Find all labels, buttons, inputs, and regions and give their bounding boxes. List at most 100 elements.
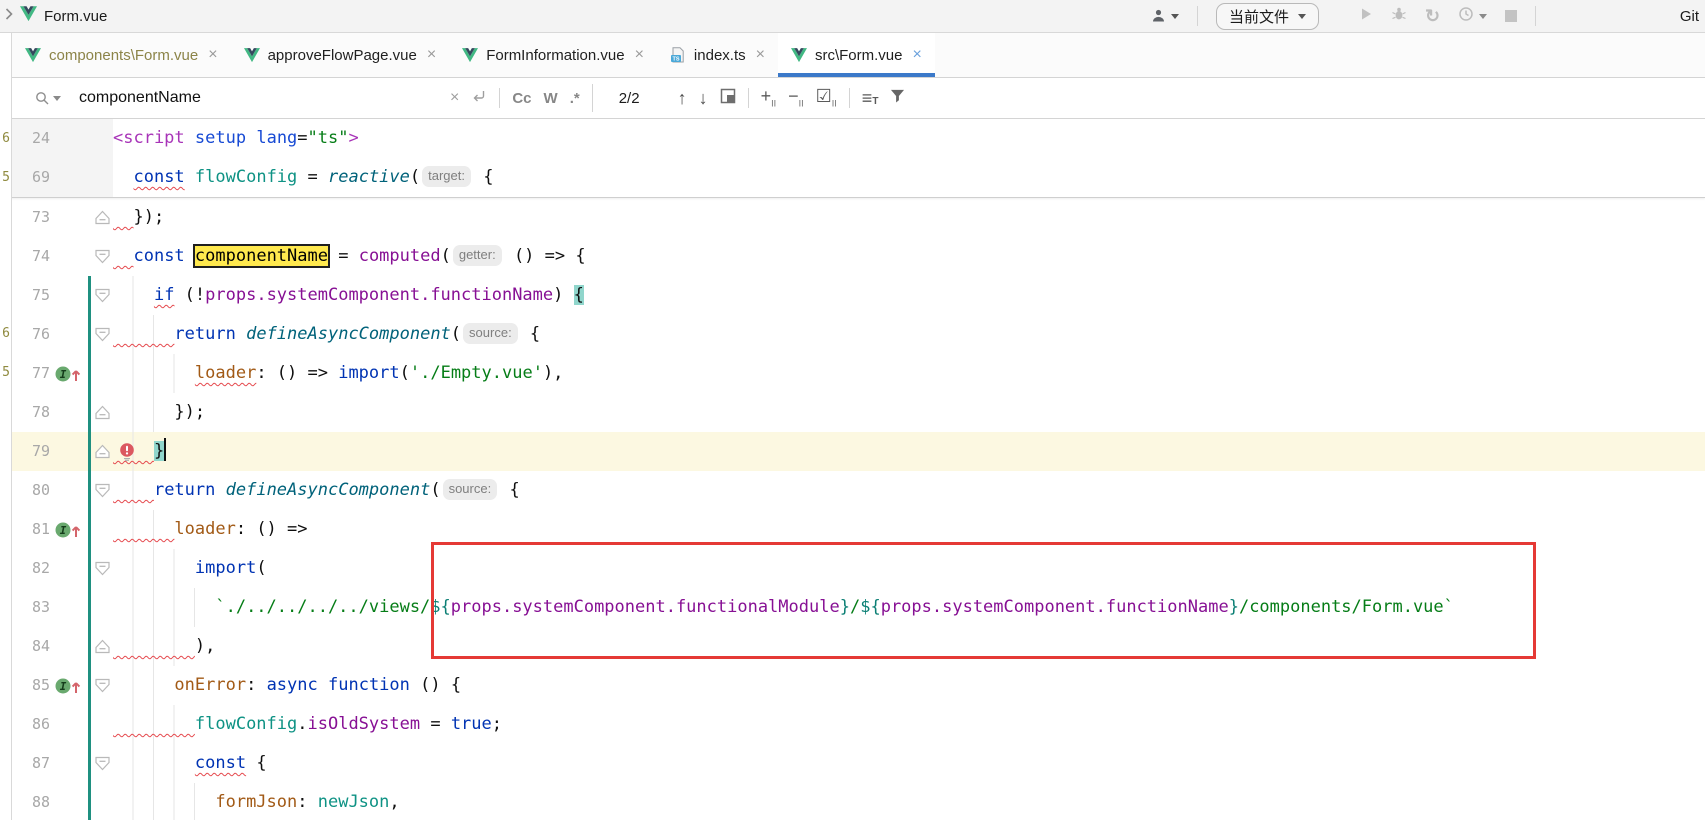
code-token bbox=[185, 246, 195, 266]
newline-icon[interactable] bbox=[471, 88, 487, 109]
code-token: = bbox=[420, 714, 451, 734]
tab[interactable]: FormInformation.vue× bbox=[449, 33, 657, 77]
fold-icon[interactable] bbox=[94, 210, 111, 225]
code-token: ( bbox=[256, 558, 266, 578]
remove-occurrence-button[interactable]: −II bbox=[788, 87, 804, 109]
words-toggle[interactable]: W bbox=[544, 90, 558, 107]
code-line[interactable]: 69 const flowConfig = reactive(target: { bbox=[0, 158, 1705, 197]
tab-close-icon[interactable]: × bbox=[208, 47, 217, 63]
code-token: : bbox=[246, 675, 266, 695]
change-bar bbox=[88, 744, 91, 783]
search-icon[interactable] bbox=[34, 90, 61, 106]
search-input[interactable]: componentName bbox=[79, 89, 201, 107]
code-line[interactable]: 88 formJson: newJson, bbox=[0, 783, 1705, 820]
code-token: newJson bbox=[318, 792, 390, 812]
code-token: return bbox=[174, 324, 235, 344]
code-line[interactable]: 77I loader: () => import('./Empty.vue'), bbox=[0, 354, 1705, 393]
run-with-coverage-button[interactable]: ↻ bbox=[1425, 7, 1440, 25]
filter-button[interactable] bbox=[890, 89, 905, 108]
fold-icon[interactable] bbox=[94, 288, 111, 303]
chevron-down-icon bbox=[53, 96, 61, 101]
code-line[interactable]: 24<script setup lang="ts"> bbox=[0, 119, 1705, 158]
code-text: if (!props.systemComponent.functionName)… bbox=[113, 276, 1705, 315]
filter-lines-button[interactable]: ≡T bbox=[862, 89, 879, 107]
code-token: onError bbox=[174, 675, 246, 695]
run-config-combo[interactable]: 当前文件 bbox=[1216, 3, 1319, 30]
match-case-toggle[interactable]: Cc bbox=[512, 90, 531, 107]
code-token: lang bbox=[256, 128, 297, 148]
code-token: isOldSystem bbox=[308, 714, 421, 734]
run-button[interactable] bbox=[1359, 7, 1373, 26]
code-text: formJson: newJson, bbox=[113, 783, 1705, 820]
select-all-matches-button[interactable] bbox=[720, 88, 736, 109]
code-token: = bbox=[297, 128, 307, 148]
change-bar bbox=[88, 549, 91, 588]
chevron-right-icon bbox=[5, 7, 13, 25]
add-occurrence-button[interactable]: +II bbox=[761, 87, 777, 109]
next-match-button[interactable]: ↓ bbox=[699, 89, 708, 107]
code-token: . bbox=[297, 714, 307, 734]
fold-icon[interactable] bbox=[94, 561, 111, 576]
code-line[interactable]: 74 const componentName = computed(getter… bbox=[0, 237, 1705, 276]
change-bar bbox=[88, 783, 91, 820]
inlay-hint: source: bbox=[463, 323, 518, 344]
code-line[interactable]: 75 if (!props.systemComponent.functionNa… bbox=[0, 276, 1705, 315]
code-token bbox=[113, 324, 174, 344]
stop-button[interactable] bbox=[1505, 10, 1517, 22]
change-bar bbox=[88, 393, 91, 432]
tab[interactable]: approveFlowPage.vue× bbox=[231, 33, 450, 77]
chevron-down-icon[interactable] bbox=[1479, 14, 1487, 19]
code-token: { bbox=[520, 324, 540, 344]
fold-icon[interactable] bbox=[94, 327, 111, 342]
change-bar bbox=[88, 510, 91, 549]
code-line[interactable]: 76 return defineAsyncComponent(source: { bbox=[0, 315, 1705, 354]
code-line[interactable]: 79 } bbox=[0, 432, 1705, 471]
code-token bbox=[236, 324, 246, 344]
implementing-icon[interactable]: I bbox=[54, 675, 84, 696]
code-line[interactable]: 86 flowConfig.isOldSystem = true; bbox=[0, 705, 1705, 744]
fold-icon[interactable] bbox=[94, 444, 111, 459]
clear-search-icon[interactable]: × bbox=[450, 90, 459, 106]
code-token: = bbox=[328, 246, 359, 266]
users-button[interactable] bbox=[1150, 8, 1179, 24]
code-token: { bbox=[473, 167, 493, 187]
fold-icon[interactable] bbox=[94, 678, 111, 693]
code-token: ( bbox=[441, 246, 451, 266]
code-token: const bbox=[133, 167, 184, 187]
implementing-icon[interactable]: I bbox=[54, 519, 84, 540]
code-line[interactable]: 80 return defineAsyncComponent(source: { bbox=[0, 471, 1705, 510]
debug-button[interactable] bbox=[1391, 6, 1407, 27]
tab-close-icon[interactable]: × bbox=[912, 47, 921, 63]
fold-icon[interactable] bbox=[94, 249, 111, 264]
change-bar bbox=[88, 276, 91, 315]
git-label[interactable]: Git bbox=[1680, 8, 1699, 25]
select-all-occurrences-button[interactable]: ☑II bbox=[816, 87, 837, 109]
separator bbox=[849, 88, 850, 108]
tab-close-icon[interactable]: × bbox=[756, 47, 765, 63]
editor[interactable]: 24<script setup lang="ts">69 const flowC… bbox=[0, 119, 1705, 820]
tab[interactable]: src\Form.vue× bbox=[778, 33, 935, 77]
tab-close-icon[interactable]: × bbox=[635, 47, 644, 63]
fold-icon[interactable] bbox=[94, 483, 111, 498]
separator bbox=[1535, 6, 1536, 26]
code-line[interactable]: 85I onError: async function () { bbox=[0, 666, 1705, 705]
tab-close-icon[interactable]: × bbox=[427, 47, 436, 63]
code-token bbox=[113, 636, 195, 656]
code-token: props.systemComponent.functionName bbox=[205, 285, 553, 305]
error-icon[interactable] bbox=[118, 442, 136, 461]
fold-icon[interactable] bbox=[94, 639, 111, 654]
code-line[interactable]: 78 }); bbox=[0, 393, 1705, 432]
code-line[interactable]: 73 }); bbox=[0, 198, 1705, 237]
tab[interactable]: TSindex.ts× bbox=[657, 33, 778, 77]
prev-match-button[interactable]: ↑ bbox=[678, 89, 687, 107]
clipped-edge-digit: 6 bbox=[0, 314, 10, 353]
fold-icon[interactable] bbox=[94, 405, 111, 420]
code-token bbox=[113, 246, 133, 266]
change-bar bbox=[88, 471, 91, 510]
profiler-button[interactable] bbox=[1458, 6, 1474, 27]
regex-toggle[interactable]: .* bbox=[570, 90, 580, 107]
code-line[interactable]: 87 const { bbox=[0, 744, 1705, 783]
fold-icon[interactable] bbox=[94, 756, 111, 771]
tab[interactable]: components\Form.vue× bbox=[12, 33, 231, 77]
implementing-icon[interactable]: I bbox=[54, 363, 84, 384]
